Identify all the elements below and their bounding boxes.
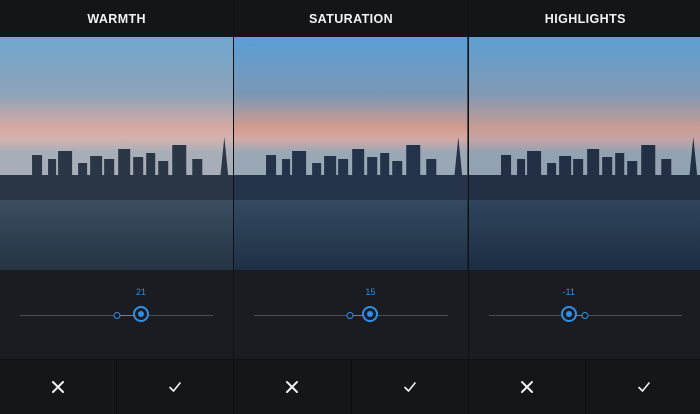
close-icon — [286, 381, 299, 393]
slider-handle[interactable] — [133, 306, 149, 322]
checkmark-icon — [638, 382, 650, 392]
cancel-button[interactable] — [0, 360, 116, 414]
confirm-button[interactable] — [584, 360, 700, 414]
warmth-panel: WARMTH 21 — [0, 0, 234, 414]
skyline-image — [234, 37, 468, 270]
confirm-button[interactable] — [350, 360, 468, 414]
saturation-value: 15 — [365, 287, 376, 297]
saturation-panel: SATURATION 15 — [233, 0, 468, 414]
close-icon — [52, 381, 65, 393]
slider-handle[interactable] — [560, 306, 577, 322]
slider-zero-point — [113, 311, 121, 319]
city-photo — [0, 37, 234, 270]
panel-title: HIGHLIGHTS — [468, 0, 700, 37]
checkmark-icon — [403, 382, 416, 392]
saturation-slider[interactable]: 15 — [234, 270, 468, 360]
action-bar — [0, 359, 234, 414]
city-photo — [468, 37, 700, 270]
editor-screens: WARMTH 21 SATURATION 15 HIGHLIGHTS -11 — [0, 0, 700, 414]
slider-zero-point — [581, 311, 589, 319]
checkmark-icon — [169, 382, 182, 392]
action-bar — [468, 359, 700, 414]
city-photo — [234, 37, 468, 270]
close-icon — [520, 381, 533, 393]
panel-title: WARMTH — [0, 0, 234, 37]
slider-zero-point — [346, 311, 354, 319]
highlights-panel: HIGHLIGHTS -11 — [467, 0, 700, 414]
skyline-image — [0, 37, 234, 270]
action-bar — [234, 359, 468, 414]
skyline-image — [468, 37, 700, 270]
panel-title: SATURATION — [234, 0, 468, 37]
cancel-button[interactable] — [469, 360, 585, 414]
highlights-value: -11 — [562, 287, 575, 297]
confirm-button[interactable] — [116, 360, 233, 414]
slider-handle[interactable] — [362, 306, 379, 322]
cancel-button[interactable] — [234, 360, 350, 414]
warmth-slider[interactable]: 21 — [0, 270, 234, 360]
warmth-value: 21 — [135, 287, 147, 297]
highlights-slider[interactable]: -11 — [468, 270, 700, 360]
